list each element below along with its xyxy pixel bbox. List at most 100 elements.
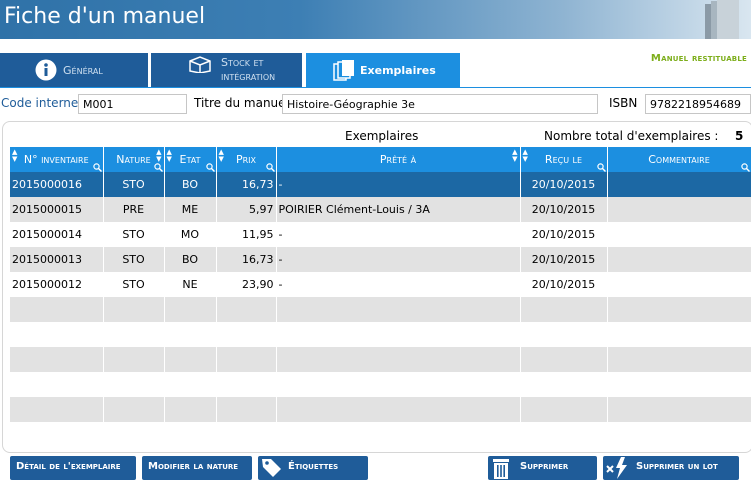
cell-recu [520, 372, 608, 397]
cell-nature [103, 297, 165, 322]
cell-prete [276, 322, 521, 347]
empty-row [10, 372, 751, 397]
tab-stock-label: Stock et intégration [221, 56, 276, 83]
cell-prete: POIRIER Clément-Louis / 3A [276, 197, 521, 222]
cell-prete [276, 422, 521, 447]
empty-row [10, 422, 751, 447]
cell-prix: 23,90 [216, 272, 277, 297]
cell-recu [520, 297, 608, 322]
cell-recu [520, 397, 608, 422]
cell-commentaire [607, 372, 751, 397]
tab-general-label: Général [63, 64, 103, 77]
detail-button[interactable]: Détail de l'exemplaire [10, 456, 136, 480]
cell-commentaire [607, 297, 751, 322]
cell-nature: STO [103, 247, 165, 272]
cell-recu: 20/10/2015 [520, 197, 608, 222]
cell-prete: - [276, 272, 521, 297]
cell-prix: 16,73 [216, 172, 277, 197]
cell-commentaire [607, 347, 751, 372]
etiquettes-button[interactable]: Étiquettes [258, 456, 368, 480]
cell-etat [164, 297, 217, 322]
search-icon[interactable] [153, 162, 163, 172]
cell-prix [216, 297, 277, 322]
search-icon[interactable] [740, 162, 750, 172]
titre-input[interactable] [282, 94, 598, 114]
cell-inventaire [10, 372, 104, 397]
sort-icon[interactable]: ▲ ▼ [523, 149, 528, 163]
col-prix[interactable]: ▲ ▼ Prix [216, 147, 277, 172]
sort-icon[interactable]: ▲ ▼ [512, 149, 517, 163]
code-label: Code interne [1, 96, 79, 110]
table-row[interactable]: 2015000012 STO NE 23,90-20/10/2015 [10, 272, 751, 297]
cell-inventaire: 2015000012 [10, 272, 104, 297]
cell-inventaire: 2015000014 [10, 222, 104, 247]
cell-prix [216, 347, 277, 372]
cell-prete [276, 347, 521, 372]
cell-etat [164, 347, 217, 372]
tab-general[interactable]: Général [0, 53, 148, 88]
exemplaires-table: ▲ ▼ N° inventaire Nature ▲ ▼ ▲ ▼ Etat ▲ ▼ Prix P… [10, 147, 751, 447]
table-row[interactable]: 2015000014 STO MO 11,95-20/10/2015 [10, 222, 751, 247]
tab-stock[interactable]: Stock et intégration [151, 53, 302, 88]
title-bar: Fiche d'un manuel [0, 0, 751, 39]
cell-inventaire: 2015000013 [10, 247, 104, 272]
section-title: Exemplaires [345, 129, 419, 143]
isbn-input[interactable] [645, 94, 751, 114]
table-header: ▲ ▼ N° inventaire Nature ▲ ▼ ▲ ▼ Etat ▲ ▼ Prix P… [10, 147, 751, 172]
code-input[interactable] [78, 94, 187, 114]
tab-underline [0, 87, 751, 88]
supprimer-button[interactable]: Supprimer [488, 456, 597, 480]
cell-nature [103, 347, 165, 372]
cell-etat: ME [164, 197, 217, 222]
modifier-nature-button[interactable]: Modifier la nature [142, 456, 252, 480]
cell-prix [216, 397, 277, 422]
trash-icon [493, 459, 509, 479]
col-commentaire[interactable]: Commentaire [607, 147, 751, 172]
cell-prix [216, 322, 277, 347]
cell-etat: MO [164, 222, 217, 247]
tab-exemplaires-label: Exemplaires [360, 64, 436, 77]
table-row[interactable]: 2015000016 STO BO 16,73-20/10/2015 [10, 172, 751, 197]
col-nature[interactable]: Nature ▲ ▼ [103, 147, 165, 172]
cell-prete: - [276, 247, 521, 272]
cell-etat: BO [164, 247, 217, 272]
tab-exemplaires[interactable]: Exemplaires [306, 53, 460, 88]
search-icon[interactable] [92, 162, 102, 172]
table-row[interactable]: 2015000013 STO BO 16,73-20/10/2015 [10, 247, 751, 272]
cell-nature [103, 397, 165, 422]
sort-icon[interactable]: ▲ ▼ [219, 149, 224, 163]
cell-nature: STO [103, 272, 165, 297]
restituable-status: Manuel restituable [650, 53, 747, 64]
empty-row [10, 397, 751, 422]
cell-prix [216, 422, 277, 447]
cell-commentaire [607, 197, 751, 222]
search-icon[interactable] [265, 162, 275, 172]
table-row[interactable]: 2015000015 PRE ME 5,97 POIRIER Clément-Louis… [10, 197, 751, 222]
sort-icon[interactable]: ▲ ▼ [167, 149, 172, 163]
box-icon [189, 56, 211, 73]
supprimer-lot-button[interactable]: Supprimer un lot [603, 456, 739, 480]
col-prete[interactable]: Prêté à ▲ ▼ [276, 147, 521, 172]
cell-prix [216, 372, 277, 397]
delete-batch-icon [606, 457, 627, 479]
empty-row [10, 322, 751, 347]
cell-commentaire [607, 272, 751, 297]
cell-commentaire [607, 397, 751, 422]
cell-prete [276, 297, 521, 322]
col-inventaire[interactable]: ▲ ▼ N° inventaire [10, 147, 104, 172]
cell-recu: 20/10/2015 [520, 272, 608, 297]
col-etat[interactable]: ▲ ▼ Etat [164, 147, 217, 172]
col-recu[interactable]: ▲ ▼ Reçu le [520, 147, 608, 172]
empty-row [10, 347, 751, 372]
sort-icon[interactable]: ▲ ▼ [156, 149, 161, 163]
copies-icon [333, 60, 354, 81]
cell-prix: 5,97 [216, 197, 277, 222]
cell-inventaire: 2015000016 [10, 172, 104, 197]
search-icon[interactable] [205, 162, 215, 172]
sort-icon[interactable]: ▲ ▼ [12, 149, 17, 163]
cell-recu [520, 347, 608, 372]
tag-icon [262, 459, 281, 477]
cell-prete [276, 397, 521, 422]
cell-prix: 16,73 [216, 247, 277, 272]
search-icon[interactable] [596, 162, 606, 172]
